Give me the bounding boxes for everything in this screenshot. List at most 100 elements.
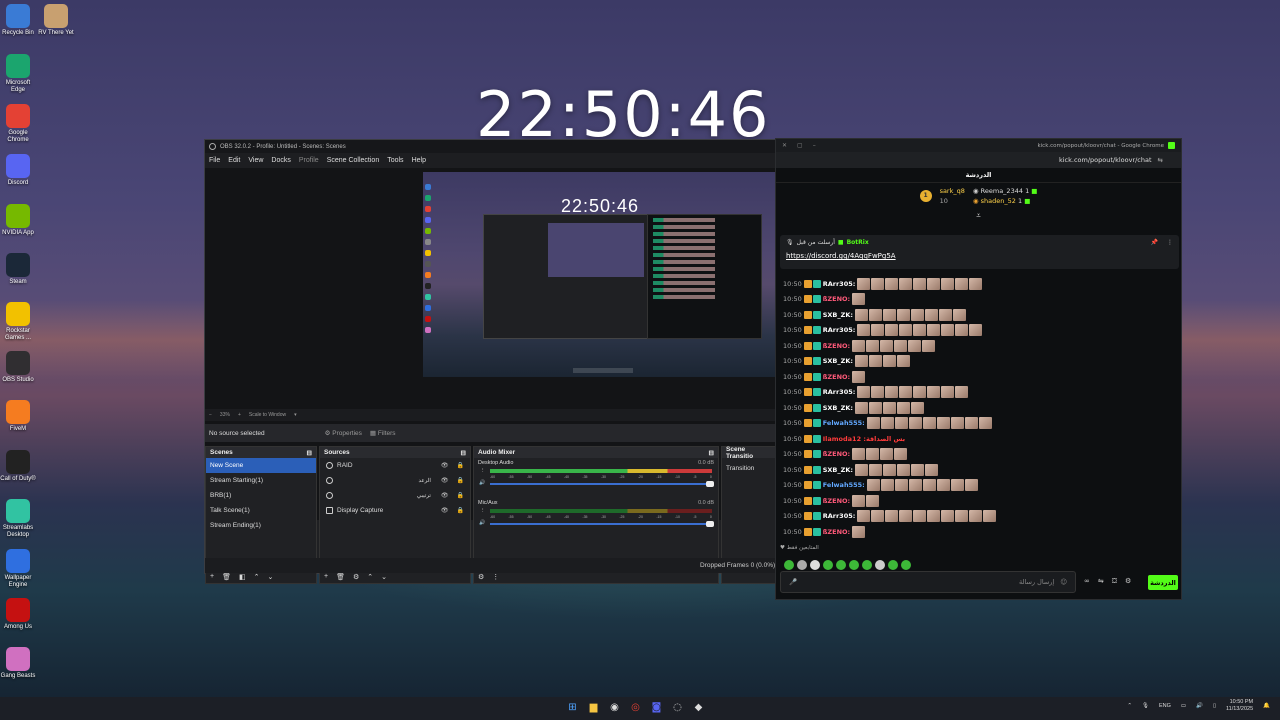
desktop-icon[interactable]: Recycle Bin [0, 4, 36, 37]
visibility-icon[interactable]: 👁 [441, 462, 449, 469]
menu-item-docks[interactable]: Docks [271, 157, 290, 164]
desktop-icon[interactable]: Gang Beasts [0, 647, 36, 680]
channel-menu-icon[interactable]: ⋮ [480, 508, 486, 514]
desktop-icon[interactable]: Rockstar Games ... [0, 302, 36, 342]
source-item[interactable]: RAID 👁 🔒 [320, 458, 470, 473]
message-user[interactable]: ßZENO: [823, 342, 850, 350]
chat-input[interactable]: 🎤 إرسال رسالة ☺ [780, 571, 1076, 593]
send-button[interactable]: الدردشة [1148, 575, 1178, 590]
share-icon[interactable]: ⇋ [1098, 577, 1104, 586]
chat-message[interactable]: 10:50 ßZENO: [776, 369, 1183, 385]
emote-bar[interactable] [776, 560, 911, 570]
scroll-down-icon[interactable]: ⩡ [776, 212, 1181, 221]
desktop-icon[interactable]: NVIDIA App [0, 204, 36, 237]
maximize-icon[interactable]: ▢ [797, 142, 803, 149]
battery-icon[interactable]: ▯ [1213, 703, 1216, 709]
message-user[interactable]: RArr305: [823, 280, 856, 288]
lock-icon[interactable]: 🔒 [457, 492, 464, 499]
chat-message[interactable]: 10:50 SXB_ZK: [776, 462, 1183, 478]
tune-icon[interactable]: ⇆ [1158, 156, 1163, 164]
scene-item[interactable]: New Scene [206, 458, 316, 473]
visibility-icon[interactable]: 👁 [441, 477, 449, 484]
zoom-in-button[interactable]: + [238, 412, 241, 418]
source-item[interactable]: Display Capture 👁 🔒 [320, 503, 470, 518]
lock-icon[interactable]: 🔒 [457, 477, 464, 484]
message-user[interactable]: ßZENO: [823, 373, 850, 381]
mic-button-icon[interactable]: 🎤 [789, 578, 797, 586]
menu-item-edit[interactable]: Edit [228, 157, 240, 164]
desktop-icon[interactable]: Microsoft Edge [0, 54, 36, 94]
desktop-icon[interactable]: Wallpaper Engine [0, 549, 36, 589]
dock-menu-icon[interactable]: ⊟ [461, 449, 466, 457]
mixer-menu-icon[interactable]: ⋮ [492, 573, 499, 581]
desktop-icon[interactable]: Discord [0, 154, 36, 187]
scene-item[interactable]: BRB(1) [206, 488, 316, 503]
dock-menu-icon[interactable]: ⊟ [307, 449, 312, 457]
remove-scene-icon[interactable]: 🗑 [222, 573, 231, 581]
add-source-icon[interactable]: + [324, 573, 328, 580]
source-settings-icon[interactable]: ⚙ [353, 573, 359, 581]
zoom-out-button[interactable]: − [209, 412, 212, 418]
menu-item-scene-collection[interactable]: Scene Collection [327, 157, 380, 164]
scene-item[interactable]: Stream Starting(1) [206, 473, 316, 488]
channel-menu-icon[interactable]: ⋮ [480, 468, 486, 474]
settings-icon[interactable]: ⚙ [1125, 577, 1131, 586]
menu-item-view[interactable]: View [248, 157, 263, 164]
language-indicator[interactable]: ENG [1159, 703, 1171, 709]
pinned-message[interactable]: 🎙 أرسلت من قبل ■ BotRix 📌 ⋮ https://disc… [780, 235, 1179, 269]
message-user[interactable]: SXB_ZK: [823, 311, 853, 319]
chat-message[interactable]: 10:50 ßZENO: [776, 292, 1183, 308]
lock-icon[interactable]: 🔒 [457, 462, 464, 469]
scene-item[interactable]: Talk Scene(1) [206, 503, 316, 518]
start-icon[interactable]: ⊞ [566, 701, 579, 714]
chat-message[interactable]: 10:50 ßZENO: [776, 447, 1183, 463]
move-up-icon[interactable]: ⌃ [254, 573, 260, 581]
chat-message[interactable]: 10:50 Felwah555: [776, 478, 1183, 494]
chat-message[interactable]: 10:50 RArr305: [776, 276, 1183, 292]
chat-message[interactable]: 10:50 Ilamoda12 :بس الصداقة [776, 431, 1183, 447]
mixer-settings-icon[interactable]: ⚙ [478, 573, 484, 581]
chat-message[interactable]: 10:50 ßZENO: [776, 524, 1183, 540]
message-user[interactable]: Ilamoda12 :بس الصداقة [823, 435, 905, 443]
dock-menu-icon[interactable]: ⊟ [709, 449, 714, 457]
desktop-icon[interactable]: Call of Duty® [0, 450, 36, 483]
more-icon[interactable]: ⋮ [1167, 239, 1173, 246]
speaker-icon[interactable]: 🔊 [479, 520, 485, 526]
notification-icon[interactable]: 🔔 [1263, 703, 1270, 709]
chat-message[interactable]: 10:50 SXB_ZK: [776, 307, 1183, 323]
desktop-icon[interactable]: Google Chrome [0, 104, 36, 144]
chat-message[interactable]: 10:50 Felwah555: [776, 416, 1183, 432]
scene-item[interactable]: Stream Ending(1) [206, 518, 316, 533]
steam-taskbar-icon[interactable]: ◆ [692, 701, 705, 714]
desktop-icon[interactable]: OBS Studio [0, 351, 36, 384]
menu-item-help[interactable]: Help [412, 157, 426, 164]
desktop-icon[interactable]: Streamlabs Desktop [0, 499, 36, 539]
desktop-icon[interactable]: FiveM [0, 400, 36, 433]
chat-message[interactable]: 10:50 SXB_ZK: [776, 400, 1183, 416]
chat-message[interactable]: 10:50 ßZENO: [776, 338, 1183, 354]
menu-item-profile[interactable]: Profile [299, 157, 319, 164]
message-user[interactable]: SXB_ZK: [823, 466, 853, 474]
chat-message[interactable]: 10:50 SXB_ZK: [776, 354, 1183, 370]
visibility-icon[interactable]: 👁 [441, 507, 449, 514]
lock-icon[interactable]: 🔒 [457, 507, 464, 514]
link-icon[interactable]: ∞ [1084, 577, 1090, 586]
message-user[interactable]: Felwah555: [823, 481, 865, 489]
chat-message[interactable]: 10:50 RArr305: [776, 323, 1183, 339]
message-user[interactable]: ßZENO: [823, 450, 850, 458]
gift-icon[interactable]: ⛋ [1112, 577, 1117, 586]
source-item[interactable]: الرعد 👁 🔒 [320, 473, 470, 488]
menu-item-file[interactable]: File [209, 157, 220, 164]
close-icon[interactable]: ✕ [782, 142, 787, 149]
volume-slider[interactable] [490, 481, 714, 487]
move-down-icon[interactable]: ⌄ [381, 573, 387, 581]
streamlabs-taskbar-icon[interactable]: ◌ [671, 701, 684, 714]
obs-preview[interactable]: 22:50:46 − 33% + Scale to Window ▾ No so… [205, 168, 777, 584]
scale-mode[interactable]: Scale to Window [249, 412, 286, 418]
desktop-icon[interactable]: Steam [0, 253, 36, 286]
address-bar[interactable]: kick.com/popout/kloovr/chat ⇆ [776, 152, 1181, 168]
message-user[interactable]: Felwah555: [823, 419, 865, 427]
move-down-icon[interactable]: ⌄ [267, 573, 273, 581]
transition-select[interactable]: Transition [722, 461, 776, 476]
source-item[interactable]: ترتيبي 👁 🔒 [320, 488, 470, 503]
